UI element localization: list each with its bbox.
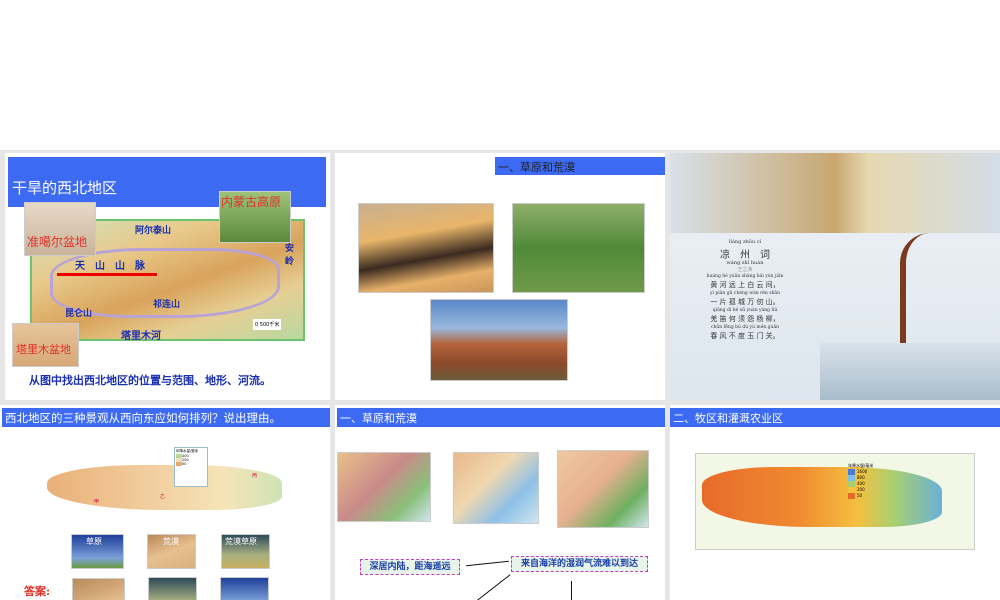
slide-title: 一、草原和荒漠	[498, 161, 575, 174]
arrow-line	[571, 581, 572, 600]
slide-title-bar: 一、草原和荒漠	[337, 408, 665, 427]
slide-thumbnail-1[interactable]: 干旱的西北地区 准噶尔盆地 内蒙古高原 阿尔泰山 天 山 山 脉 昆仑山 祁连山…	[5, 153, 330, 400]
rock-desert-photo	[430, 299, 568, 381]
china-vegetation-map	[557, 450, 649, 528]
rainfall-legend: 年降水量/毫米 1600 800 400 200 50	[848, 463, 873, 499]
slide-caption: 从图中找出西北地区的位置与范围、地形、河流。	[29, 374, 271, 387]
slide-title: 干旱的西北地区	[12, 179, 118, 197]
label-altai: 阿尔泰山	[135, 226, 172, 236]
poem-line-3: 羌 笛 何 须 怨 杨 柳，	[710, 315, 780, 323]
northwest-rainfall-map	[47, 465, 282, 510]
slide-title: 一、草原和荒漠	[340, 412, 417, 425]
reason-box-inland: 深居内陆，距海遥远	[360, 559, 460, 575]
map-legend: 年降水量/毫米 400 200 50	[174, 447, 208, 487]
reason-box-moist-air: 来自海洋的湿润气流难以到达	[511, 556, 648, 572]
label-qilian: 祁连山	[153, 300, 181, 310]
label-kunlun: 昆仑山	[65, 309, 93, 319]
mountain-painting	[670, 153, 1000, 233]
rock-painting	[820, 343, 1000, 400]
poem-pinyin-1: huáng hé yuǎn shàng bái yún jiān	[706, 274, 784, 279]
slide-title-bar: 西北地区的三种景观从西向东应如何排列？说出理由。	[2, 408, 330, 427]
label-tarim-basin: 塔里木盆地	[16, 343, 71, 356]
label-junggar: 准噶尔盆地	[27, 235, 88, 249]
label-inner-mongolia: 内蒙古高原	[221, 195, 282, 209]
grassland-photo	[512, 203, 645, 293]
poem-title-pinyin: liáng zhōu cí	[728, 239, 762, 245]
answer-photo-desert-steppe	[148, 577, 197, 600]
poem-line-2: 一 片 孤 城 万 仞 山。	[710, 298, 780, 306]
poem-title: 凉 州 词	[720, 250, 770, 261]
photo-label-grassland: 草原	[86, 537, 102, 546]
photo-label-desert: 荒漠	[163, 537, 179, 546]
photo-label-desert-steppe: 荒漠草原	[225, 537, 257, 546]
label-tarim-river: 塔里木河	[121, 331, 161, 342]
slide-thumbnail-6[interactable]: 二、牧区和灌溉农业区 年降水量/毫米 1600 800 400 200 50	[670, 405, 1000, 600]
desert-photo	[358, 203, 494, 293]
answer-photo-grassland	[220, 577, 269, 600]
slide-title: 二、牧区和灌溉农业区	[673, 412, 783, 425]
answer-label: 答案:	[24, 585, 51, 598]
poem-pinyin-2: yí piàn gū chéng wàn rèn shān	[709, 291, 781, 296]
answer-photo-desert	[72, 578, 125, 600]
poem-line-1: 黄 河 远 上 白 云 间，	[710, 281, 780, 289]
map-label-bing: 丙	[252, 473, 258, 479]
legend-value: 50	[848, 493, 873, 499]
china-rainfall-map	[453, 452, 539, 524]
slide-thumbnail-4[interactable]: 西北地区的三种景观从西向东应如何排列？说出理由。 甲 乙 丙 年降水量/毫米 4…	[0, 405, 330, 600]
slide-sorter: 干旱的西北地区 准噶尔盆地 内蒙古高原 阿尔泰山 天 山 山 脉 昆仑山 祁连山…	[0, 150, 1000, 600]
poem-pinyin-4: chūn fēng bú dù yù mén guān	[710, 325, 780, 330]
map-label-yi: 乙	[160, 494, 166, 500]
arrow-line	[474, 574, 511, 600]
slide-thumbnail-5[interactable]: 一、草原和荒漠 深居内陆，距海遥远 来自海洋的湿润气流难以到达	[335, 405, 665, 600]
poem-line-4: 春 风 不 度 玉 门 关。	[710, 332, 780, 340]
pine-tree	[900, 233, 970, 353]
poem-author: 王之涣	[737, 267, 753, 273]
legend-value: 50	[176, 462, 206, 466]
map-scale: 0 500千米	[253, 319, 282, 330]
arrow-line	[466, 560, 509, 567]
slide-title-bar: 一、草原和荒漠	[495, 157, 665, 175]
label-hinggan: 安岭	[285, 244, 295, 267]
map-label-jia: 甲	[94, 499, 100, 505]
slide-title-bar: 二、牧区和灌溉农业区	[670, 408, 1000, 427]
slide-thumbnail-3[interactable]: liáng zhōu cí 凉 州 词 wáng zhī huàn 王之涣 hu…	[670, 153, 1000, 400]
label-tianshan: 天 山 山 脉	[75, 261, 145, 272]
slide-title: 西北地区的三种景观从西向东应如何排列？说出理由。	[5, 411, 281, 425]
china-terrain-map	[337, 452, 431, 522]
poem-pinyin-3: qiāng dí hé xū yuàn yáng liǔ	[712, 308, 778, 313]
rainfall-region	[702, 467, 942, 527]
slide-thumbnail-2[interactable]: 一、草原和荒漠	[335, 153, 665, 400]
tianshan-line	[57, 273, 157, 276]
